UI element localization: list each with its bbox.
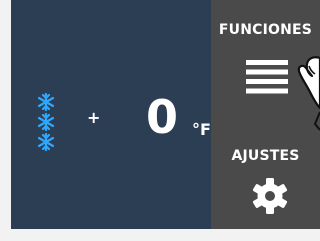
- ajustes-label[interactable]: AJUSTES: [211, 148, 320, 164]
- main-display-panel: + 0 °F: [11, 0, 211, 229]
- snowflake-icon: [37, 92, 55, 112]
- offset-plus-sign: +: [87, 108, 101, 127]
- cooling-mode-indicator: [35, 92, 57, 152]
- hand-pointer-icon: [297, 54, 320, 134]
- funciones-label[interactable]: FUNCIONES: [211, 22, 320, 38]
- snowflake-icon: [37, 132, 55, 152]
- snowflake-icon: [37, 112, 55, 132]
- temperature-value: 0: [146, 90, 179, 144]
- menu-lines-icon[interactable]: [246, 60, 288, 94]
- thermostat-screen: + 0 °F FUNCIONES AJUSTES: [11, 0, 320, 241]
- temperature-unit: °F: [192, 120, 211, 139]
- gear-icon[interactable]: [251, 177, 289, 215]
- side-menu-panel: FUNCIONES AJUSTES: [211, 0, 320, 229]
